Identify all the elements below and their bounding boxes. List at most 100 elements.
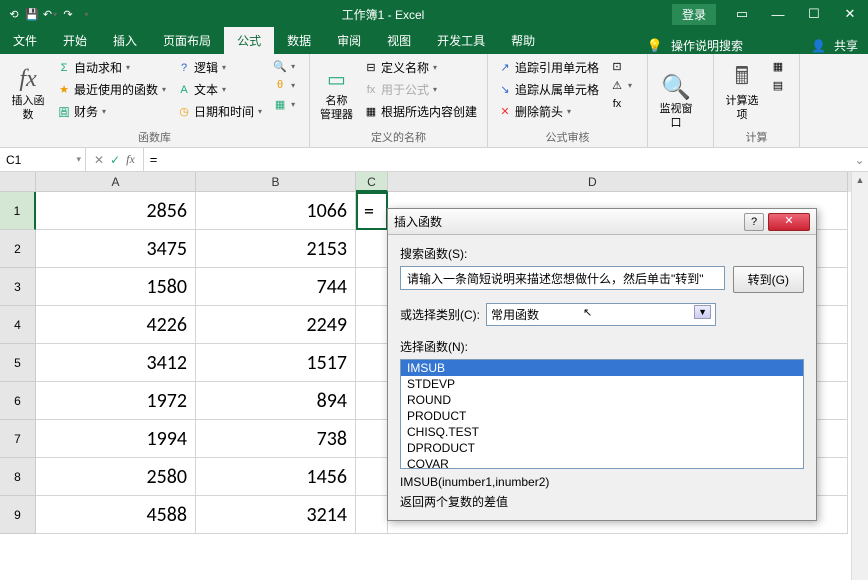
trace-dependents-button[interactable]: ↘追踪从属单元格 xyxy=(494,79,603,100)
cell[interactable]: 1972 xyxy=(36,382,196,420)
cell[interactable] xyxy=(356,344,388,382)
function-list-item[interactable]: CHISQ.TEST xyxy=(401,424,803,440)
autosave-icon[interactable]: ⟲ xyxy=(6,6,22,22)
trace-precedents-button[interactable]: ↗追踪引用单元格 xyxy=(494,57,603,78)
cell[interactable]: 1580 xyxy=(36,268,196,306)
ribbon-options-icon[interactable]: ▭ xyxy=(724,0,760,28)
text-button[interactable]: A文本▾ xyxy=(173,79,266,100)
tab-insert[interactable]: 插入 xyxy=(100,27,150,54)
cell[interactable]: 3475 xyxy=(36,230,196,268)
tab-view[interactable]: 视图 xyxy=(374,27,424,54)
row-header[interactable]: 7 xyxy=(0,420,36,458)
datetime-button[interactable]: ◷日期和时间▾ xyxy=(173,101,266,122)
select-all-corner[interactable] xyxy=(0,172,36,192)
math-button[interactable]: θ▾ xyxy=(269,76,299,94)
accept-formula-icon[interactable]: ✓ xyxy=(110,153,120,167)
formula-expand-icon[interactable]: ⌄ xyxy=(851,153,868,167)
cell[interactable]: 1994 xyxy=(36,420,196,458)
lookup-button[interactable]: 🔍▾ xyxy=(269,57,299,75)
cell[interactable]: 2153 xyxy=(196,230,356,268)
function-list-item[interactable]: IMSUB xyxy=(401,360,803,376)
cell[interactable]: 738 xyxy=(196,420,356,458)
name-box[interactable]: C1 xyxy=(0,148,86,171)
function-list[interactable]: IMSUBSTDEVPROUNDPRODUCTCHISQ.TESTDPRODUC… xyxy=(400,359,804,469)
cell[interactable]: 2856 xyxy=(36,192,196,230)
qat-more-icon[interactable]: ▾ xyxy=(78,6,94,22)
col-header-b[interactable]: B xyxy=(196,172,356,192)
save-icon[interactable]: 💾 xyxy=(24,6,40,22)
tab-help[interactable]: 帮助 xyxy=(498,27,548,54)
function-list-item[interactable]: COVAR xyxy=(401,456,803,469)
scroll-up-icon[interactable]: ▲ xyxy=(852,172,868,189)
use-in-formula-button[interactable]: fx用于公式▾ xyxy=(360,79,481,100)
cell[interactable]: 1517 xyxy=(196,344,356,382)
cell[interactable] xyxy=(356,306,388,344)
watch-window-button[interactable]: 🔍 监视窗口 xyxy=(654,57,698,144)
cell[interactable]: 1456 xyxy=(196,458,356,496)
cell[interactable]: 4588 xyxy=(36,496,196,534)
close-icon[interactable]: ✕ xyxy=(832,0,868,28)
tab-file[interactable]: 文件 xyxy=(0,27,50,54)
show-formulas-button[interactable]: ⊡ xyxy=(606,57,636,75)
go-button[interactable]: 转到(G) xyxy=(733,266,804,293)
row-header[interactable]: 5 xyxy=(0,344,36,382)
fx-icon[interactable]: fx xyxy=(126,152,135,167)
calc-options-button[interactable]: 🖩 计算选项 xyxy=(720,57,764,128)
tab-review[interactable]: 审阅 xyxy=(324,27,374,54)
cell[interactable] xyxy=(356,496,388,534)
cell[interactable] xyxy=(356,230,388,268)
cell[interactable] xyxy=(356,268,388,306)
cell[interactable]: 2580 xyxy=(36,458,196,496)
row-header[interactable]: 3 xyxy=(0,268,36,306)
autosum-button[interactable]: Σ自动求和▾ xyxy=(53,57,170,78)
row-header[interactable]: 1 xyxy=(0,192,36,230)
row-header[interactable]: 8 xyxy=(0,458,36,496)
function-list-item[interactable]: PRODUCT xyxy=(401,408,803,424)
category-select[interactable]: 常用函数 ↖ xyxy=(486,303,716,326)
financial-button[interactable]: 圓财务▾ xyxy=(53,101,170,122)
create-from-selection-button[interactable]: ▦根据所选内容创建 xyxy=(360,101,481,122)
remove-arrows-button[interactable]: ✕删除箭头▾ xyxy=(494,101,603,122)
cancel-formula-icon[interactable]: ✕ xyxy=(94,153,104,167)
cell[interactable]: = xyxy=(356,192,388,230)
login-button[interactable]: 登录 xyxy=(672,4,716,25)
tab-data[interactable]: 数据 xyxy=(274,27,324,54)
row-header[interactable]: 6 xyxy=(0,382,36,420)
col-header-c[interactable]: C xyxy=(356,172,388,192)
calc-now-button[interactable]: ▦ xyxy=(767,57,789,75)
cell[interactable]: 2249 xyxy=(196,306,356,344)
cell[interactable]: 744 xyxy=(196,268,356,306)
insert-function-button[interactable]: fx 插入函数 xyxy=(6,57,50,128)
cell[interactable]: 894 xyxy=(196,382,356,420)
recent-button[interactable]: ★最近使用的函数▾ xyxy=(53,79,170,100)
maximize-icon[interactable]: ☐ xyxy=(796,0,832,28)
calc-sheet-button[interactable]: ▤ xyxy=(767,76,789,94)
error-check-button[interactable]: ⚠▾ xyxy=(606,76,636,94)
function-list-item[interactable]: ROUND xyxy=(401,392,803,408)
redo-icon[interactable]: ↷ xyxy=(60,6,76,22)
logical-button[interactable]: ?逻辑▾ xyxy=(173,57,266,78)
cell[interactable]: 4226 xyxy=(36,306,196,344)
tell-me[interactable]: 操作说明搜索 xyxy=(671,37,743,54)
share-button[interactable]: 共享 xyxy=(834,37,858,54)
tab-dev[interactable]: 开发工具 xyxy=(424,27,498,54)
tab-layout[interactable]: 页面布局 xyxy=(150,27,224,54)
search-function-input[interactable] xyxy=(400,266,725,290)
row-header[interactable]: 2 xyxy=(0,230,36,268)
row-header[interactable]: 4 xyxy=(0,306,36,344)
row-header[interactable]: 9 xyxy=(0,496,36,534)
cell[interactable] xyxy=(356,382,388,420)
minimize-icon[interactable]: — xyxy=(760,0,796,28)
define-name-button[interactable]: ⊟定义名称▾ xyxy=(360,57,481,78)
cell[interactable]: 3412 xyxy=(36,344,196,382)
col-header-a[interactable]: A xyxy=(36,172,196,192)
formula-input[interactable] xyxy=(150,152,845,167)
vertical-scrollbar[interactable]: ▲ xyxy=(851,172,868,580)
function-list-item[interactable]: DPRODUCT xyxy=(401,440,803,456)
undo-icon[interactable]: ↶▾ xyxy=(42,6,58,22)
cell[interactable] xyxy=(356,420,388,458)
name-manager-button[interactable]: ▭ 名称 管理器 xyxy=(316,57,357,128)
cell[interactable] xyxy=(356,458,388,496)
evaluate-button[interactable]: fx xyxy=(606,95,636,113)
cell[interactable]: 3214 xyxy=(196,496,356,534)
